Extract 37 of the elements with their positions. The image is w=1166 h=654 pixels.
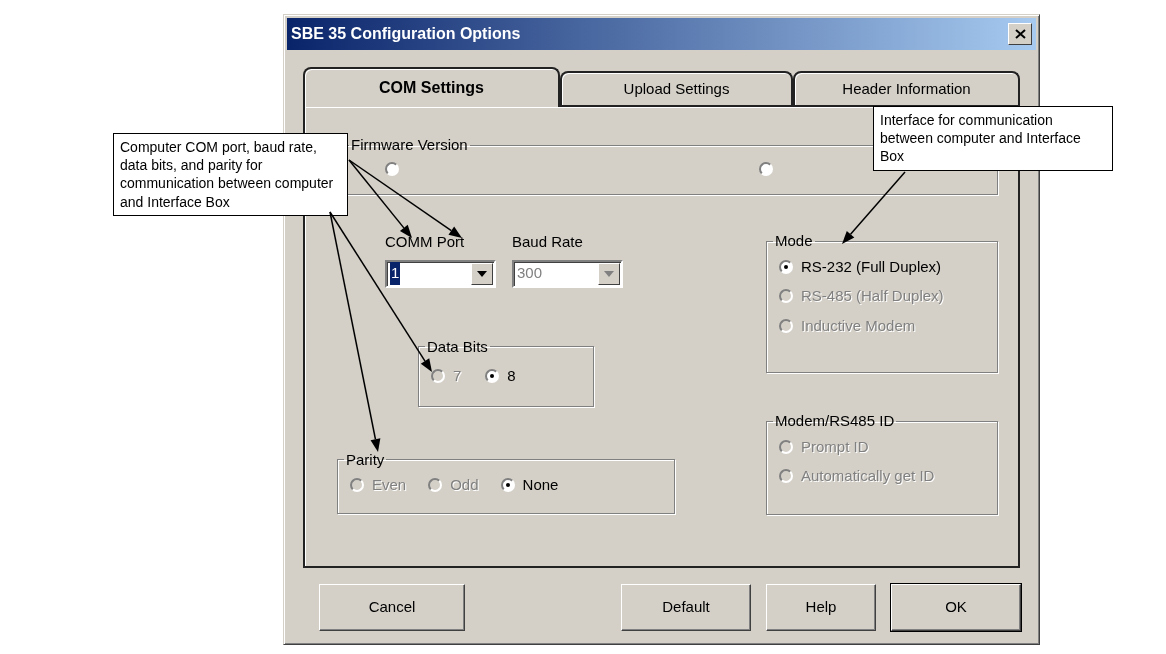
group-label: Modem/RS485 ID: [774, 413, 896, 430]
dialog-button[interactable]: Default: [621, 584, 751, 631]
field-label: Baud Rate: [512, 232, 584, 252]
tab[interactable]: Upload Settings: [560, 71, 793, 105]
radio-label: RS-485 (Half Duplex): [801, 286, 944, 306]
caret-icon: [477, 270, 487, 277]
tab[interactable]: Header Information: [793, 71, 1020, 105]
callout-text: Interface for communication between computer and Interface Box: [873, 106, 1113, 171]
radio-label: Automatically get ID: [801, 466, 935, 486]
close-button[interactable]: [1008, 23, 1032, 45]
radio-label: 8: [507, 366, 516, 386]
radio-label: RS-232 (Full Duplex): [801, 256, 942, 277]
dropdown[interactable]: 1: [385, 259, 496, 288]
radio-label: Prompt ID: [801, 436, 869, 457]
dialog-button[interactable]: OK: [891, 584, 1021, 631]
window-title: SBE 35 Configuration Options: [291, 24, 521, 44]
group-label: Parity: [345, 451, 386, 468]
group-label: Data Bits: [426, 338, 489, 355]
radio-button[interactable]: [759, 161, 773, 176]
radio-label: Odd: [450, 475, 479, 495]
group-label: Mode: [774, 233, 814, 250]
radio-label: 7: [453, 366, 462, 386]
caret-icon: [604, 270, 614, 277]
group-label: Firmware Version: [350, 137, 469, 154]
tab[interactable]: COM Settings: [303, 67, 560, 107]
close-icon: [1014, 29, 1026, 39]
radio-label: None: [522, 475, 559, 495]
radio-button[interactable]: [485, 369, 500, 384]
radio-button[interactable]: [500, 478, 515, 493]
radio-label: Even: [372, 475, 407, 495]
callout-text: Computer COM port, baud rate, data bits, and parity for communication between computer and Interface Box: [113, 133, 348, 216]
dialog-button[interactable]: Cancel: [319, 584, 465, 631]
radio-button[interactable]: [779, 259, 793, 274]
radio-button[interactable]: [385, 161, 399, 176]
radio-label: Inductive Modem: [801, 315, 916, 336]
field-label: COMM Port: [385, 232, 466, 252]
dialog-button[interactable]: Help: [766, 584, 876, 631]
